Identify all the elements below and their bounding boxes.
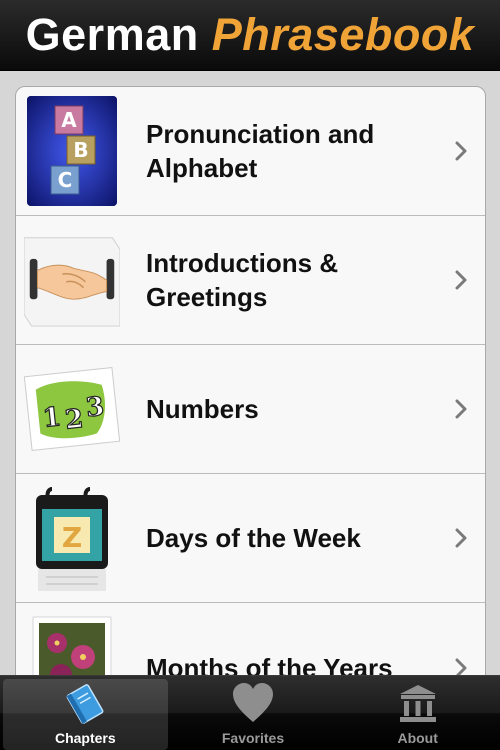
flowers-icon <box>24 613 120 675</box>
chapter-label: Pronunciation and Alphabet <box>146 119 375 183</box>
chevron-right-icon <box>455 141 467 161</box>
tab-label: Chapters <box>54 730 116 746</box>
svg-text:Z: Z <box>62 521 82 554</box>
chapter-row-pronunciation[interactable]: A B C Pronunciation and Alphabet <box>16 87 485 216</box>
svg-text:1: 1 <box>41 402 62 434</box>
heart-icon <box>233 683 273 722</box>
chapter-row-numbers[interactable]: 1 2 3 Numbers <box>16 345 485 474</box>
tab-about[interactable]: About <box>335 676 500 750</box>
calendar-icon: Z <box>24 483 120 593</box>
handshake-icon <box>24 225 120 335</box>
chapter-row-days[interactable]: Z Days of the Week <box>16 474 485 603</box>
chapters-content: A B C Pronunciation and Alphabet Introdu… <box>0 71 500 675</box>
tab-favorites[interactable]: Favorites <box>171 676 336 750</box>
chapter-label: Introductions & Greetings <box>146 248 339 312</box>
svg-text:C: C <box>58 168 73 192</box>
chapter-label: Months of the Years <box>146 652 393 676</box>
chapter-list: A B C Pronunciation and Alphabet Introdu… <box>15 86 486 675</box>
svg-text:2: 2 <box>64 404 85 436</box>
chapter-label: Numbers <box>146 394 259 424</box>
title-part-german: German <box>25 9 199 60</box>
chapter-row-introductions[interactable]: Introductions & Greetings <box>16 216 485 345</box>
numbers-123-icon: 1 2 3 <box>24 354 120 464</box>
title-part-phrasebook: Phrasebook <box>211 9 475 60</box>
app-header: German Phrasebook <box>0 0 500 71</box>
abc-blocks-icon: A B C <box>24 96 120 206</box>
book-icon <box>66 684 104 724</box>
chevron-right-icon <box>455 270 467 290</box>
tab-label: Favorites <box>221 730 285 746</box>
chapter-row-months[interactable]: Months of the Years <box>16 603 485 675</box>
chevron-right-icon <box>455 658 467 675</box>
tab-bar: Chapters Favorites About <box>0 675 500 750</box>
svg-text:3: 3 <box>84 392 105 424</box>
app-title: German Phrasebook <box>26 9 475 61</box>
tab-chapters[interactable]: Chapters <box>3 679 168 750</box>
svg-text:A: A <box>61 108 77 132</box>
chapter-label: Days of the Week <box>146 523 361 553</box>
tab-label: About <box>397 730 438 746</box>
chevron-right-icon <box>455 528 467 548</box>
svg-text:B: B <box>73 138 88 162</box>
chevron-right-icon <box>455 399 467 419</box>
building-icon <box>399 685 436 722</box>
